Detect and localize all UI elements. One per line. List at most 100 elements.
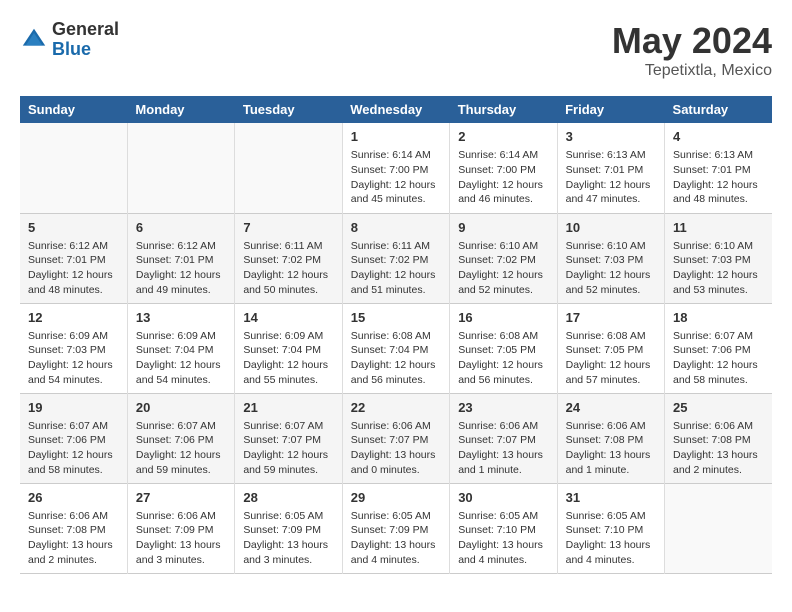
day-number: 30 — [458, 489, 548, 507]
calendar-cell: 22 Sunrise: 6:06 AMSunset: 7:07 PMDayligh… — [342, 393, 449, 483]
calendar-cell: 23 Sunrise: 6:06 AMSunset: 7:07 PMDayligh… — [450, 393, 557, 483]
logo-text: General Blue — [52, 20, 119, 60]
day-number: 6 — [136, 219, 226, 237]
calendar-cell: 8Sunrise: 6:11 AMSunset: 7:02 PMDaylight… — [342, 213, 449, 303]
calendar-cell: 19 Sunrise: 6:07 AMSunset: 7:06 PMDayligh… — [20, 393, 127, 483]
day-info: Sunrise: 6:07 AMSunset: 7:06 PMDaylight:… — [28, 419, 119, 478]
calendar-cell: 15 Sunrise: 6:08 AMSunset: 7:04 PMDayligh… — [342, 303, 449, 393]
day-info: Sunrise: 6:09 AMSunset: 7:04 PMDaylight:… — [136, 329, 226, 388]
calendar-title: May 2024 — [612, 20, 772, 62]
calendar-header: SundayMondayTuesdayWednesdayThursdayFrid… — [20, 96, 772, 123]
calendar-cell: 17 Sunrise: 6:08 AMSunset: 7:05 PMDayligh… — [557, 303, 664, 393]
day-number: 22 — [351, 399, 441, 417]
day-info: Sunrise: 6:12 AMSunset: 7:01 PMDaylight:… — [28, 239, 119, 298]
calendar-cell: 16 Sunrise: 6:08 AMSunset: 7:05 PMDayligh… — [450, 303, 557, 393]
day-number: 28 — [243, 489, 333, 507]
day-info: Sunrise: 6:07 AMSunset: 7:06 PMDaylight:… — [136, 419, 226, 478]
calendar-cell: 2Sunrise: 6:14 AMSunset: 7:00 PMDaylight… — [450, 123, 557, 213]
calendar-cell: 25 Sunrise: 6:06 AMSunset: 7:08 PMDayligh… — [665, 393, 772, 483]
calendar-cell: 9 Sunrise: 6:10 AMSunset: 7:02 PMDaylight… — [450, 213, 557, 303]
logo: General Blue — [20, 20, 119, 60]
day-info: Sunrise: 6:07 AMSunset: 7:06 PMDaylight:… — [673, 329, 764, 388]
calendar-cell: 10Sunrise: 6:10 AMSunset: 7:03 PMDayligh… — [557, 213, 664, 303]
day-number: 3 — [566, 128, 656, 146]
day-number: 18 — [673, 309, 764, 327]
day-number: 26 — [28, 489, 119, 507]
day-info: Sunrise: 6:06 AMSunset: 7:08 PMDaylight:… — [566, 419, 656, 478]
calendar-cell: 26 Sunrise: 6:06 AMSunset: 7:08 PMDayligh… — [20, 483, 127, 573]
calendar-week-row: 12 Sunrise: 6:09 AMSunset: 7:03 PMDayligh… — [20, 303, 772, 393]
day-info: Sunrise: 6:07 AMSunset: 7:07 PMDaylight:… — [243, 419, 333, 478]
day-number: 12 — [28, 309, 119, 327]
calendar-week-row: 26 Sunrise: 6:06 AMSunset: 7:08 PMDayligh… — [20, 483, 772, 573]
day-number: 25 — [673, 399, 764, 417]
day-info: Sunrise: 6:08 AMSunset: 7:04 PMDaylight:… — [351, 329, 441, 388]
day-number: 27 — [136, 489, 226, 507]
calendar-cell — [235, 123, 342, 213]
header-day: Friday — [557, 96, 664, 123]
day-number: 5 — [28, 219, 119, 237]
day-info: Sunrise: 6:13 AMSunset: 7:01 PMDaylight:… — [673, 148, 764, 207]
day-number: 10 — [566, 219, 656, 237]
day-info: Sunrise: 6:05 AMSunset: 7:10 PMDaylight:… — [566, 509, 656, 568]
day-number: 1 — [351, 128, 441, 146]
header-day: Wednesday — [342, 96, 449, 123]
calendar-week-row: 1Sunrise: 6:14 AMSunset: 7:00 PMDaylight… — [20, 123, 772, 213]
calendar-week-row: 5 Sunrise: 6:12 AMSunset: 7:01 PMDaylight… — [20, 213, 772, 303]
calendar-cell: 6 Sunrise: 6:12 AMSunset: 7:01 PMDaylight… — [127, 213, 234, 303]
day-number: 24 — [566, 399, 656, 417]
header-day: Sunday — [20, 96, 127, 123]
header-row: SundayMondayTuesdayWednesdayThursdayFrid… — [20, 96, 772, 123]
calendar-cell: 21Sunrise: 6:07 AMSunset: 7:07 PMDayligh… — [235, 393, 342, 483]
calendar-cell: 5 Sunrise: 6:12 AMSunset: 7:01 PMDaylight… — [20, 213, 127, 303]
day-number: 13 — [136, 309, 226, 327]
day-number: 9 — [458, 219, 548, 237]
day-info: Sunrise: 6:09 AMSunset: 7:04 PMDaylight:… — [243, 329, 333, 388]
calendar-cell: 20Sunrise: 6:07 AMSunset: 7:06 PMDayligh… — [127, 393, 234, 483]
day-number: 2 — [458, 128, 548, 146]
logo-general: General — [52, 20, 119, 40]
day-info: Sunrise: 6:13 AMSunset: 7:01 PMDaylight:… — [566, 148, 656, 207]
header: General Blue May 2024 Tepetixtla, Mexico — [20, 20, 772, 80]
day-number: 31 — [566, 489, 656, 507]
calendar-cell: 28 Sunrise: 6:05 AMSunset: 7:09 PMDayligh… — [235, 483, 342, 573]
header-day: Monday — [127, 96, 234, 123]
day-number: 11 — [673, 219, 764, 237]
calendar-cell: 31 Sunrise: 6:05 AMSunset: 7:10 PMDayligh… — [557, 483, 664, 573]
calendar-week-row: 19 Sunrise: 6:07 AMSunset: 7:06 PMDayligh… — [20, 393, 772, 483]
calendar-body: 1Sunrise: 6:14 AMSunset: 7:00 PMDaylight… — [20, 123, 772, 573]
day-info: Sunrise: 6:08 AMSunset: 7:05 PMDaylight:… — [566, 329, 656, 388]
day-number: 7 — [243, 219, 333, 237]
calendar-cell: 27 Sunrise: 6:06 AMSunset: 7:09 PMDayligh… — [127, 483, 234, 573]
calendar-subtitle: Tepetixtla, Mexico — [612, 62, 772, 80]
day-info: Sunrise: 6:11 AMSunset: 7:02 PMDaylight:… — [243, 239, 333, 298]
calendar-cell: 4Sunrise: 6:13 AMSunset: 7:01 PMDaylight… — [665, 123, 772, 213]
calendar-cell — [127, 123, 234, 213]
calendar-cell — [20, 123, 127, 213]
day-info: Sunrise: 6:05 AMSunset: 7:09 PMDaylight:… — [243, 509, 333, 568]
day-info: Sunrise: 6:06 AMSunset: 7:07 PMDaylight:… — [351, 419, 441, 478]
calendar-cell: 3 Sunrise: 6:13 AMSunset: 7:01 PMDaylight… — [557, 123, 664, 213]
day-number: 17 — [566, 309, 656, 327]
calendar-cell: 18 Sunrise: 6:07 AMSunset: 7:06 PMDayligh… — [665, 303, 772, 393]
day-number: 23 — [458, 399, 548, 417]
day-info: Sunrise: 6:09 AMSunset: 7:03 PMDaylight:… — [28, 329, 119, 388]
day-info: Sunrise: 6:12 AMSunset: 7:01 PMDaylight:… — [136, 239, 226, 298]
day-info: Sunrise: 6:06 AMSunset: 7:08 PMDaylight:… — [673, 419, 764, 478]
day-info: Sunrise: 6:06 AMSunset: 7:09 PMDaylight:… — [136, 509, 226, 568]
day-number: 29 — [351, 489, 441, 507]
calendar-cell: 13 Sunrise: 6:09 AMSunset: 7:04 PMDayligh… — [127, 303, 234, 393]
calendar-table: SundayMondayTuesdayWednesdayThursdayFrid… — [20, 96, 772, 574]
day-info: Sunrise: 6:08 AMSunset: 7:05 PMDaylight:… — [458, 329, 548, 388]
header-day: Saturday — [665, 96, 772, 123]
day-number: 16 — [458, 309, 548, 327]
day-info: Sunrise: 6:10 AMSunset: 7:03 PMDaylight:… — [673, 239, 764, 298]
day-info: Sunrise: 6:06 AMSunset: 7:08 PMDaylight:… — [28, 509, 119, 568]
day-info: Sunrise: 6:10 AMSunset: 7:02 PMDaylight:… — [458, 239, 548, 298]
header-day: Thursday — [450, 96, 557, 123]
day-number: 15 — [351, 309, 441, 327]
day-number: 19 — [28, 399, 119, 417]
calendar-cell: 29Sunrise: 6:05 AMSunset: 7:09 PMDayligh… — [342, 483, 449, 573]
logo-blue: Blue — [52, 40, 119, 60]
day-info: Sunrise: 6:06 AMSunset: 7:07 PMDaylight:… — [458, 419, 548, 478]
